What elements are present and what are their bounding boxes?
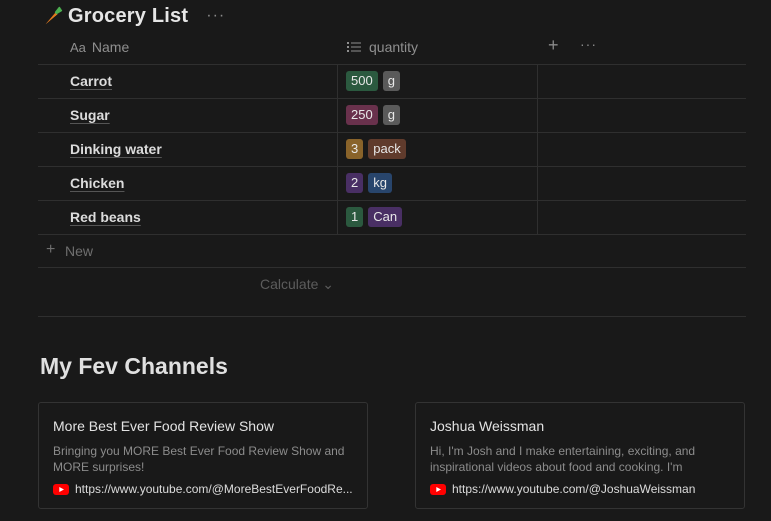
amount-tag: 1: [346, 207, 364, 227]
amount-tag: 250: [346, 105, 378, 125]
amount-tag: 500: [346, 71, 378, 91]
card-url: https://www.youtube.com/@JoshuaWeissman: [452, 482, 696, 496]
youtube-icon: [53, 483, 69, 495]
card-link[interactable]: https://www.youtube.com/@JoshuaWeissman: [430, 482, 735, 496]
new-row-button[interactable]: + New: [38, 235, 746, 268]
table-row[interactable]: Sugar 250 g: [38, 99, 746, 133]
amount-tag: 3: [346, 139, 364, 159]
unit-tag: pack: [368, 139, 406, 159]
column-quantity-label: quantity: [369, 39, 419, 55]
plus-icon: +: [46, 241, 56, 258]
unit-tag: Can: [368, 207, 403, 227]
column-header-name[interactable]: Aa Name: [70, 39, 129, 55]
row-name[interactable]: Sugar: [70, 107, 110, 123]
amount-tag: 2: [346, 173, 364, 193]
table-row[interactable]: Red beans 1 Can: [38, 201, 746, 235]
page-title: Grocery List: [68, 4, 189, 27]
unit-tag: g: [382, 105, 400, 125]
card-title: Joshua Weissman: [430, 418, 545, 434]
section-heading: My Fev Channels: [40, 353, 228, 379]
add-property-button[interactable]: +: [548, 35, 559, 56]
quantity-cell[interactable]: 2 kg: [346, 173, 392, 193]
row-name[interactable]: Red beans: [70, 209, 141, 225]
quantity-cell[interactable]: 250 g: [346, 105, 400, 125]
quantity-cell[interactable]: 500 g: [346, 71, 400, 91]
text-type-icon: Aa: [70, 39, 86, 55]
card-description: Bringing you MORE Best Ever Food Review …: [53, 444, 345, 474]
grocery-table: Aa Name quantity + ··· Carrot 500 g Suga…: [38, 30, 746, 317]
unit-tag: kg: [368, 173, 392, 193]
column-header-quantity[interactable]: quantity: [347, 39, 418, 55]
table-row[interactable]: Dinking water 3 pack: [38, 133, 746, 167]
bookmark-card[interactable]: Joshua Weissman Hi, I'm Josh and I make …: [415, 402, 745, 509]
table-more-button[interactable]: ···: [580, 36, 597, 52]
column-name-label: Name: [91, 39, 130, 55]
quantity-cell[interactable]: 1 Can: [346, 207, 403, 227]
row-name[interactable]: Dinking water: [70, 141, 162, 157]
table-row[interactable]: Carrot 500 g: [38, 65, 746, 99]
table-row[interactable]: Chicken 2 kg: [38, 167, 746, 201]
card-description: Hi, I'm Josh and I make entertaining, ex…: [430, 444, 696, 474]
calculate-button[interactable]: Calculate ⌄: [260, 276, 334, 293]
new-row-label: New: [65, 243, 94, 259]
unit-tag: g: [382, 71, 400, 91]
calculate-row: Calculate ⌄: [38, 268, 746, 317]
quantity-cell[interactable]: 3 pack: [346, 139, 406, 159]
carrot-icon: [45, 6, 63, 25]
card-url: https://www.youtube.com/@MoreBestEverFoo…: [75, 482, 353, 496]
card-link[interactable]: https://www.youtube.com/@MoreBestEverFoo…: [53, 482, 358, 496]
row-name[interactable]: Carrot: [70, 73, 112, 89]
youtube-icon: [430, 483, 446, 495]
card-title: More Best Ever Food Review Show: [53, 418, 274, 434]
page-header: Grocery List ···: [42, 2, 225, 30]
bookmark-card[interactable]: More Best Ever Food Review Show Bringing…: [38, 402, 368, 509]
page-more-button[interactable]: ···: [206, 7, 225, 25]
table-header: Aa Name quantity + ···: [38, 30, 746, 65]
multi-select-icon: [347, 42, 361, 52]
row-name[interactable]: Chicken: [70, 175, 124, 191]
